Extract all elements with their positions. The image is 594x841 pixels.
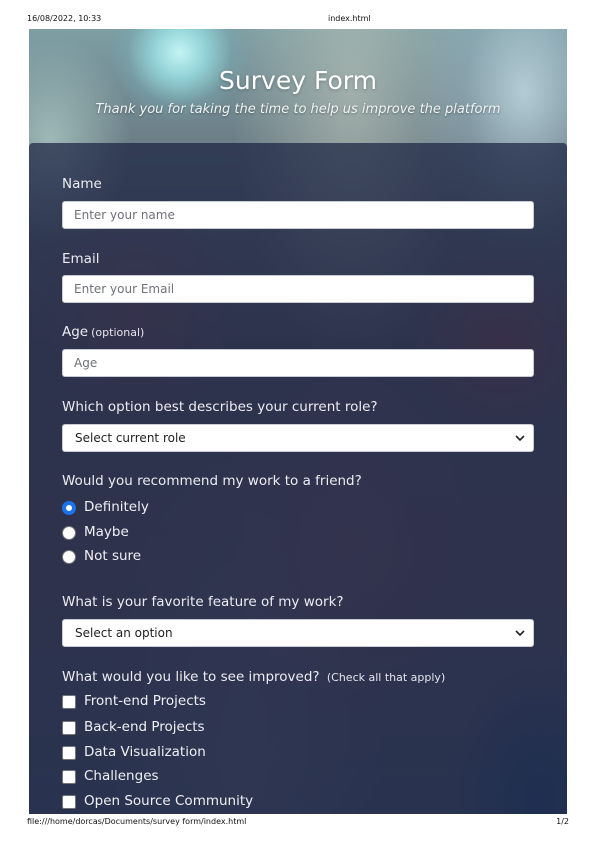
role-label: Which option best describes your current… (62, 399, 378, 415)
chevron-down-icon (515, 630, 525, 637)
print-page-number: 1/2 (556, 817, 569, 826)
favorite-select-value: Select an option (75, 626, 173, 640)
checkbox-option-label: Front-end Projects (84, 693, 206, 709)
improve-note: (Check all that apply) (326, 671, 446, 684)
radio-option-label: Definitely (84, 499, 149, 515)
radio-button[interactable] (62, 550, 76, 564)
email-label: Email (62, 251, 100, 267)
improve-label: What would you like to see improved? (Ch… (62, 669, 445, 685)
page-subtitle: Thank you for taking the time to help us… (95, 102, 501, 117)
survey-header: Survey Form Thank you for taking the tim… (29, 29, 567, 143)
print-doc-title: index.html (328, 14, 371, 23)
radio-button-checked[interactable] (62, 501, 76, 515)
recommend-label: Would you recommend my work to a friend? (62, 473, 362, 489)
checkbox[interactable] (62, 695, 76, 709)
email-input[interactable] (62, 275, 534, 303)
checkbox-option-label: Open Source Community (84, 793, 254, 809)
checkbox-option-label: Back-end Projects (84, 719, 205, 735)
page-title: Survey Form (219, 66, 377, 95)
age-label: Age (optional) (62, 324, 144, 340)
print-header: 16/08/2022, 10:33 index.html (27, 14, 569, 26)
role-select[interactable]: Select current role (62, 424, 534, 452)
print-date: 16/08/2022, 10:33 (27, 14, 102, 23)
checkbox[interactable] (62, 770, 76, 784)
chevron-down-icon (515, 435, 525, 442)
checkbox-option-label: Challenges (84, 768, 159, 784)
checkbox[interactable] (62, 746, 76, 760)
improve-label-text: What would you like to see improved? (62, 669, 320, 685)
radio-button[interactable] (62, 526, 76, 540)
age-optional-note: (optional) (91, 326, 145, 339)
age-input[interactable] (62, 349, 534, 377)
radio-option-label: Maybe (84, 524, 129, 540)
role-select-value: Select current role (75, 431, 186, 445)
name-input[interactable] (62, 201, 534, 229)
print-url: file:///home/dorcas/Documents/survey for… (27, 817, 247, 826)
checkbox[interactable] (62, 721, 76, 735)
age-label-text: Age (62, 324, 89, 340)
checkbox[interactable] (62, 795, 76, 809)
favorite-label: What is your favorite feature of my work… (62, 594, 344, 610)
name-label: Name (62, 176, 102, 192)
checkbox-option-label: Data Visualization (84, 744, 206, 760)
radio-option-label: Not sure (84, 548, 142, 564)
favorite-select[interactable]: Select an option (62, 619, 534, 647)
print-footer: file:///home/dorcas/Documents/survey for… (27, 817, 569, 829)
